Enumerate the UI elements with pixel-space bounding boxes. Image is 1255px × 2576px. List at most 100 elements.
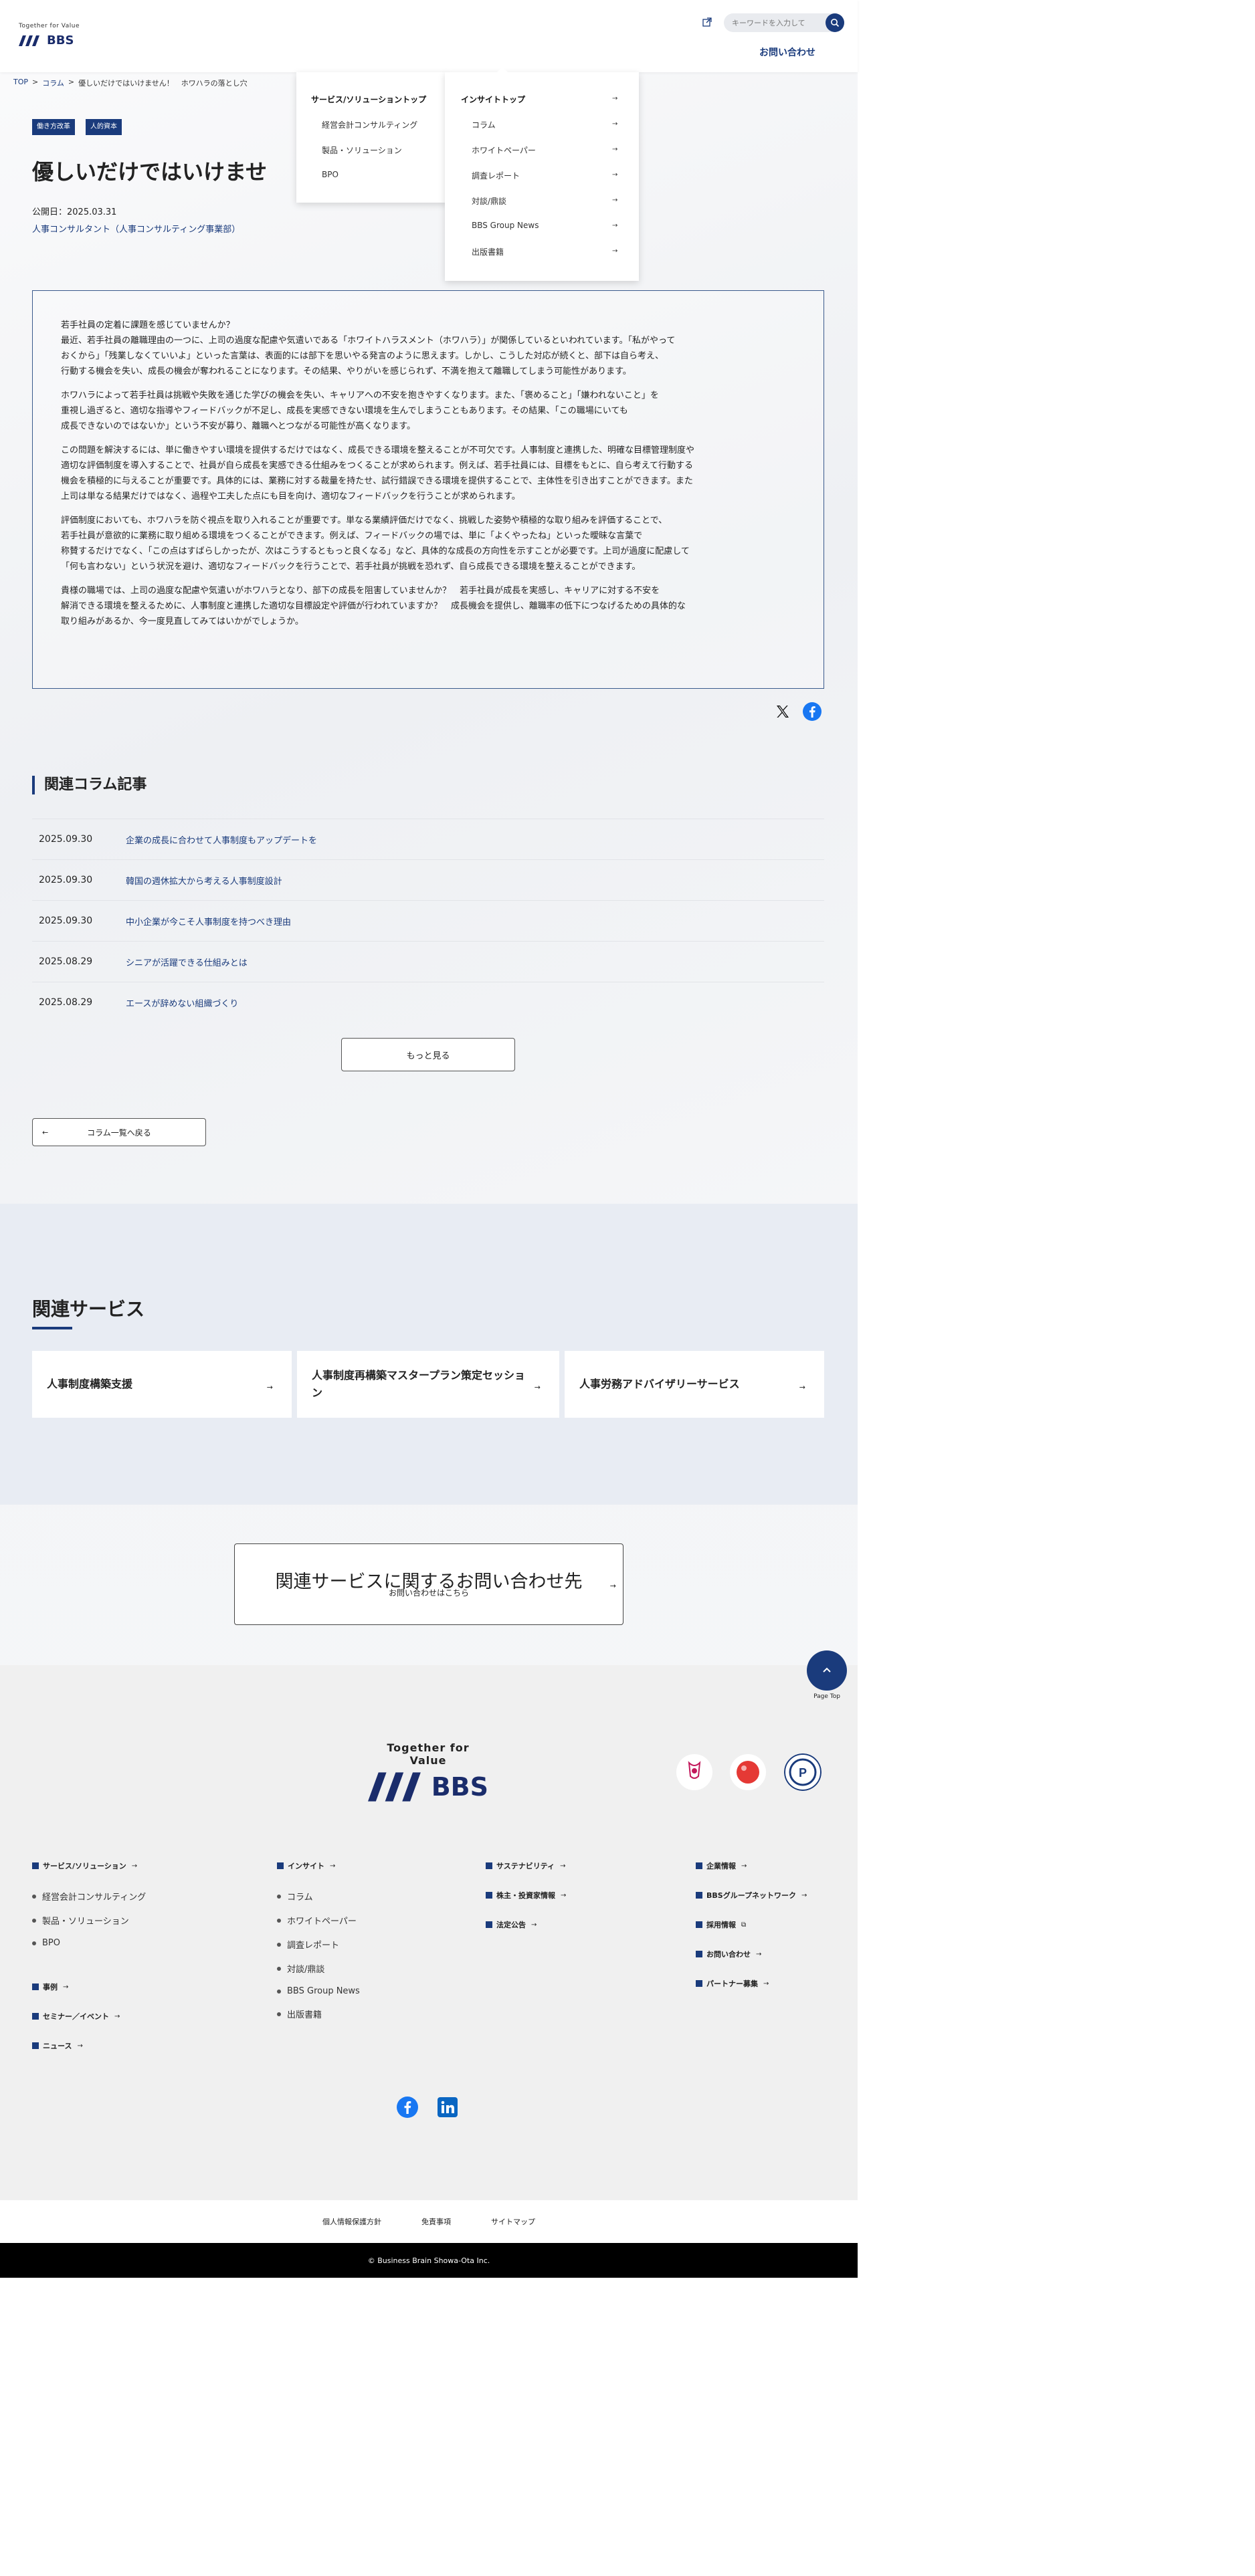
arrow-right-icon: → — [612, 95, 618, 102]
arrow-right-icon: → — [266, 1383, 273, 1392]
related-contact-button[interactable]: 関連サービスに関するお問い合わせ先 お問い合わせはこちら → — [234, 1543, 623, 1625]
footer-link[interactable]: 製品・ソリューション — [32, 1914, 146, 1927]
arrow-right-icon: → — [612, 222, 618, 229]
service-card-label: 人事労務アドバイザリーサービス — [579, 1378, 740, 1390]
list-item-title[interactable]: エースが辞めない組織づくり — [126, 996, 238, 1009]
list-item[interactable]: 2025.09.30 韓国の週休拡大から考える人事制度設計 — [32, 859, 824, 900]
footer-link[interactable]: BPO — [32, 1938, 146, 1948]
footer-column-company: 企業情報 → BBSグループネットワーク → 採用情報 ⧉ お問い合わせ → パートナー… — [696, 1860, 807, 1989]
article-tag[interactable]: 人的資本 — [86, 119, 122, 135]
related-columns-list: 2025.09.30 企業の成長に合わせて人事制度もアップデートを 2025.0… — [32, 819, 824, 1023]
article-paragraph: この問題を解決するには、単に働きやすい環境を提供するだけではなく、成長できる環境… — [61, 445, 695, 502]
menu-item-report[interactable]: 調査レポート — [472, 170, 520, 181]
privacy-mark-icon: P — [784, 1753, 822, 1791]
breadcrumb-top[interactable]: TOP — [13, 78, 28, 88]
footer-link[interactable]: BBS Group News — [277, 1986, 360, 1996]
footer-tagline: Together for Value — [387, 1741, 470, 1767]
author-link[interactable]: 人事コンサルタント（人事コンサルティング事業部） — [32, 222, 240, 235]
site-header: Together for Value BBS お問い合わせ — [0, 0, 858, 72]
more-button[interactable]: もっと見る — [341, 1038, 515, 1071]
list-item[interactable]: 2025.08.29 シニアが活躍できる仕組みとは — [32, 941, 824, 982]
footer-link[interactable]: 経営会計コンサルティング — [32, 1890, 146, 1903]
share-x-button[interactable] — [772, 701, 793, 722]
footer-link[interactable]: 対談/鼎談 — [277, 1962, 360, 1975]
list-item[interactable]: 2025.08.29 エースが辞めない組織づくり — [32, 982, 824, 1023]
bbs-logo-mark-icon — [368, 1772, 421, 1802]
footer-heading-ir[interactable]: 株主・投資家情報 → — [486, 1890, 566, 1901]
privacy-policy-link[interactable]: 個人情報保護方針 — [322, 2216, 381, 2227]
header-contact-link[interactable]: お問い合わせ — [759, 45, 815, 59]
footer-link[interactable]: 調査レポート — [277, 1938, 360, 1951]
page-top-button[interactable] — [807, 1650, 847, 1691]
logo-name: BBS — [47, 33, 74, 47]
linkedin-icon[interactable] — [436, 2096, 459, 2119]
share-facebook-button[interactable] — [801, 701, 823, 722]
search-input[interactable] — [724, 13, 817, 32]
service-card-label: 人事制度構築支援 — [47, 1378, 133, 1390]
related-services-heading: 関連サービス — [32, 1298, 145, 1320]
site-logo[interactable]: Together for Value BBS — [19, 23, 80, 47]
list-item-date: 2025.09.30 — [39, 916, 93, 926]
footer-brand: BBS — [431, 1772, 488, 1802]
footer-heading-seminars[interactable]: セミナー／イベント → — [32, 2011, 146, 2022]
footer-heading-sustainability[interactable]: サステナビリティ → — [486, 1860, 566, 1871]
footer-heading-cases[interactable]: 事例 → — [32, 1981, 146, 1992]
bbs-logo-mark-icon — [19, 35, 39, 46]
sitemap-link[interactable]: サイトマップ — [491, 2216, 535, 2227]
page-top-label: Page Top — [813, 1693, 840, 1700]
list-item-title[interactable]: 企業の成長に合わせて人事制度もアップデートを — [126, 833, 317, 846]
arrow-right-icon: → — [612, 247, 618, 255]
menu-item-dialogue[interactable]: 対談/鼎談 — [472, 195, 506, 207]
back-to-list-button[interactable]: ← コラム一覧へ戻る — [32, 1118, 206, 1146]
article-tag[interactable]: 働き方改革 — [32, 119, 75, 135]
service-card[interactable]: 人事労務アドバイザリーサービス → — [565, 1351, 824, 1418]
footer-link[interactable]: ホワイトペーパー — [277, 1914, 360, 1927]
footer-heading-partner[interactable]: パートナー募集 → — [696, 1978, 807, 1989]
external-link-icon[interactable] — [702, 17, 712, 27]
menu-item-bpo[interactable]: BPO — [322, 170, 339, 179]
article-body: 若手社員の定着に課題を感じていませんか？ 最近、若手社員の離職理由の一つに、上司… — [32, 290, 824, 689]
list-item-title[interactable]: シニアが活躍できる仕組みとは — [126, 956, 248, 968]
service-card-label: 人事制度再構築マスタープラン策定セッション — [312, 1369, 526, 1399]
menu-item-books[interactable]: 出版書籍 — [472, 246, 504, 257]
arrow-right-icon: → — [609, 1582, 616, 1590]
footer-link[interactable]: コラム — [277, 1890, 360, 1903]
menu-item-column[interactable]: コラム — [472, 119, 496, 130]
external-link-icon: ⧉ — [741, 1921, 747, 1929]
arrow-right-icon: → — [534, 1383, 541, 1392]
list-item-date: 2025.08.29 — [39, 997, 93, 1008]
insight-dropdown-menu: インサイトトップ → コラム → ホワイトペーパー → 調査レポート → 対談/… — [445, 67, 639, 281]
search-button[interactable] — [826, 13, 844, 32]
heading-underline — [32, 1327, 72, 1329]
logo-tagline: Together for Value — [19, 23, 80, 29]
list-item[interactable]: 2025.09.30 企業の成長に合わせて人事制度もアップデートを — [32, 819, 824, 859]
service-card[interactable]: 人事制度再構築マスタープラン策定セッション → — [297, 1351, 559, 1418]
footer-heading-contact[interactable]: お問い合わせ → — [696, 1949, 807, 1959]
footer-column-corporate: サステナビリティ → 株主・投資家情報 → 法定公告 → — [486, 1860, 566, 1930]
list-item[interactable]: 2025.09.30 中小企業が今こそ人事制度を持つべき理由 — [32, 900, 824, 941]
menu-item-whitepaper[interactable]: ホワイトペーパー — [472, 144, 536, 156]
breadcrumb-column[interactable]: コラム — [42, 78, 64, 88]
footer-heading-insight[interactable]: インサイト → — [277, 1860, 360, 1871]
list-item-date: 2025.08.29 — [39, 956, 93, 967]
menu-item-products[interactable]: 製品・ソリューション — [322, 144, 402, 156]
footer-heading-news[interactable]: ニュース → — [32, 2040, 146, 2051]
footer-logo[interactable]: Together for Value BBS — [368, 1741, 488, 1802]
footer-heading-company[interactable]: 企業情報 → — [696, 1860, 807, 1871]
list-item-title[interactable]: 韓国の週休拡大から考える人事制度設計 — [126, 874, 282, 887]
search-icon — [831, 19, 840, 27]
facebook-icon[interactable] — [396, 2096, 419, 2119]
menu-insight-heading[interactable]: インサイトトップ — [461, 94, 525, 105]
back-to-list-label: コラム一覧へ戻る — [87, 1128, 151, 1138]
menu-services-heading[interactable]: サービス/ソリューショントップ — [311, 94, 426, 105]
footer-heading-services[interactable]: サービス/ソリューション → — [32, 1860, 146, 1871]
menu-item-consulting[interactable]: 経営会計コンサルティング — [322, 119, 417, 130]
list-item-title[interactable]: 中小企業が今こそ人事制度を持つべき理由 — [126, 915, 291, 928]
footer-heading-recruit[interactable]: 採用情報 ⧉ — [696, 1919, 807, 1930]
menu-item-group-news[interactable]: BBS Group News — [472, 221, 539, 230]
footer-heading-public-notice[interactable]: 法定公告 → — [486, 1919, 566, 1930]
footer-heading-group-network[interactable]: BBSグループネットワーク → — [696, 1890, 807, 1901]
footer-link[interactable]: 出版書籍 — [277, 2008, 360, 2020]
disclaimer-link[interactable]: 免責事項 — [421, 2216, 451, 2227]
service-card[interactable]: 人事制度構築支援 → — [32, 1351, 292, 1418]
